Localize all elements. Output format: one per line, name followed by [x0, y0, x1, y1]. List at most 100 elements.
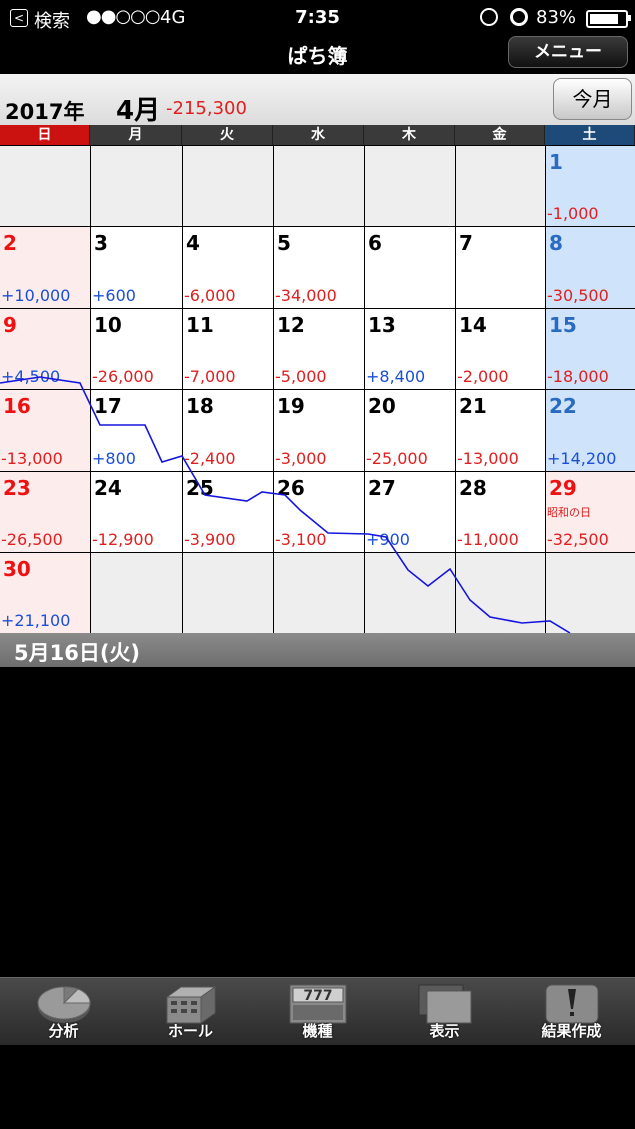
menu-button[interactable]: メニュー: [508, 36, 628, 68]
day-number: 2: [3, 231, 17, 256]
day-amount: +800: [92, 448, 136, 468]
calendar-day-cell[interactable]: 12 -5,000: [274, 308, 364, 390]
day-amount: -12,900: [92, 529, 154, 549]
calendar-day-cell[interactable]: 9 +4,500: [0, 308, 90, 390]
day-number: 9: [3, 312, 17, 337]
tab-display[interactable]: 表示: [381, 978, 508, 1045]
pie-chart-icon: [37, 986, 91, 1023]
pen-icon: [545, 984, 598, 1024]
calendar-day-cell[interactable]: 7: [456, 227, 545, 308]
calendar-day-cell[interactable]: 15 -18,000: [546, 308, 635, 390]
day-number: 1: [549, 150, 563, 174]
calendar-day-cell[interactable]: 6: [365, 227, 455, 308]
calendar-day-cell[interactable]: 29 昭和の日 -32,500: [546, 471, 635, 552]
day-amount: -2,000: [457, 367, 509, 387]
calendar-day-cell[interactable]: 10 -26,000: [91, 308, 182, 390]
calendar-day-cell[interactable]: 25 -3,900: [183, 471, 273, 552]
calendar-day-cell[interactable]: 28 -11,000: [456, 471, 545, 552]
calendar-day-cell[interactable]: 8 -30,500: [546, 227, 635, 308]
calendar-day-cell[interactable]: 30 +21,100: [0, 553, 90, 634]
weekday-4: 木: [364, 125, 455, 145]
navigation-bar: ぱち簿 メニュー: [0, 36, 635, 74]
tab-analysis[interactable]: 分析: [0, 978, 127, 1045]
day-amount: -30,500: [547, 285, 609, 305]
day-amount: -3,900: [184, 529, 236, 549]
day-number: 15: [549, 312, 577, 337]
calendar-day-cell[interactable]: 24 -12,900: [91, 471, 182, 552]
day-amount: -26,500: [1, 529, 63, 549]
calendar-cell-empty: [274, 146, 364, 227]
rotation-lock-icon: [480, 8, 498, 26]
calendar-day-cell[interactable]: 3 +600: [91, 227, 182, 308]
calendar-cell-empty: [546, 553, 635, 634]
day-number: 17: [94, 394, 122, 419]
day-amount: -34,000: [275, 285, 337, 305]
calendar-day-cell[interactable]: 4 -6,000: [183, 227, 273, 308]
calendar-cell-empty: [365, 146, 455, 227]
month-label: 4月: [116, 96, 161, 126]
tab-hall[interactable]: ホール: [127, 978, 254, 1045]
tab-analysis-label: 分析: [48, 1022, 79, 1040]
day-number: 3: [94, 231, 108, 256]
day-number: 25: [186, 475, 214, 500]
tab-display-label: 表示: [429, 1022, 460, 1040]
calendar-day-cell[interactable]: 5 -34,000: [274, 227, 364, 308]
calendar-day-cell[interactable]: 21 -13,000: [456, 390, 545, 471]
day-number: 8: [549, 231, 563, 256]
calendar-cell-empty: [91, 146, 182, 227]
holiday-name: 昭和の日: [547, 505, 591, 519]
day-amount: +900: [366, 529, 410, 549]
calendar-day-cell[interactable]: 1 -1,000: [546, 146, 635, 227]
battery-percent: 83%: [536, 7, 577, 28]
day-number: 21: [459, 394, 487, 419]
calendar-day-cell[interactable]: 26 -3,100: [274, 471, 364, 552]
calendar-cell-empty: [456, 146, 545, 227]
day-number: 10: [94, 312, 122, 337]
calendar-grid: 1 -1,000 2 +10,000 3 +600 4 -6,000 5 -34,000 6 7 8 -3…: [0, 145, 635, 634]
day-number: 16: [3, 394, 31, 419]
tab-create-result[interactable]: 結果作成: [508, 978, 635, 1045]
day-number: 5: [277, 231, 291, 256]
tab-create-result-label: 結果作成: [541, 1022, 602, 1040]
day-amount: -13,000: [457, 448, 519, 468]
day-amount: -2,400: [184, 448, 236, 468]
day-amount: -3,100: [275, 529, 327, 549]
day-amount: -1,000: [547, 204, 599, 224]
day-amount: -25,000: [366, 448, 428, 468]
calendar-day-cell[interactable]: 19 -3,000: [274, 390, 364, 471]
calendar-day-cell[interactable]: 11 -7,000: [183, 308, 273, 390]
calendar-day-cell[interactable]: 14 -2,000: [456, 308, 545, 390]
calendar-day-cell[interactable]: 17 +800: [91, 390, 182, 471]
day-amount: -26,000: [92, 367, 154, 387]
calendar-day-cell[interactable]: 27 +900: [365, 471, 455, 552]
calendar-day-cell[interactable]: 13 +8,400: [365, 308, 455, 390]
day-amount: -11,000: [457, 529, 519, 549]
calendar-day-cell[interactable]: 22 +14,200: [546, 390, 635, 471]
tab-machine-label: 機種: [302, 1022, 333, 1040]
day-amount: -18,000: [547, 367, 609, 387]
calendar-cell-empty: [183, 553, 273, 634]
day-amount: +21,100: [1, 611, 71, 631]
building-icon: [164, 986, 217, 1024]
day-amount: -13,000: [1, 448, 63, 468]
calendar-day-cell[interactable]: 23 -26,500: [0, 471, 90, 552]
weekday-0: 日: [0, 125, 90, 145]
month-header: 2017年 4月 -215,300 今月: [0, 74, 635, 126]
calendar-day-cell[interactable]: 2 +10,000: [0, 227, 90, 308]
calendar-day-cell[interactable]: 20 -25,000: [365, 390, 455, 471]
calendar-day-cell[interactable]: 18 -2,400: [183, 390, 273, 471]
day-amount: -7,000: [184, 367, 236, 387]
day-number: 24: [94, 475, 122, 500]
tab-machine[interactable]: 777 機種: [254, 978, 381, 1045]
day-amount: -6,000: [184, 285, 236, 305]
day-amount: -5,000: [275, 367, 327, 387]
calendar-day-cell[interactable]: 16 -13,000: [0, 390, 90, 471]
day-number: 22: [549, 394, 577, 419]
current-month-button[interactable]: 今月: [553, 78, 632, 120]
month-total: -215,300: [166, 98, 247, 119]
day-number: 6: [368, 231, 382, 256]
day-number: 29: [549, 475, 577, 500]
day-number: 12: [277, 312, 305, 337]
day-number: 7: [459, 231, 473, 256]
calendar-cell-empty: [0, 146, 90, 227]
